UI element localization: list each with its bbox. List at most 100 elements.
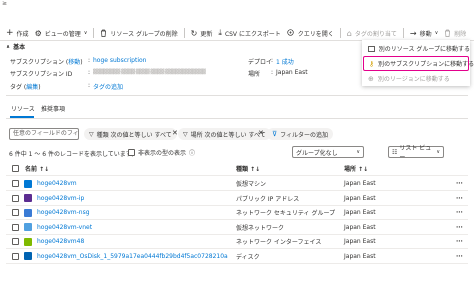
column-header-name[interactable]: 名前 ↑↓ — [25, 164, 49, 173]
resource-type-icon — [24, 252, 32, 260]
table-row[interactable]: hoge0428vm 仮想マシン Japan East ··· — [6, 177, 468, 191]
location-value: Japan East — [276, 69, 308, 76]
toolbar: + 作成 ⚙ ビューの管理 ∨ リソース グループの削除 ↻ 更新 ⤓ CSV … — [6, 27, 466, 39]
deploy-link[interactable]: 1 成功 — [276, 57, 294, 66]
location-filter-label: 場所 次の値と等しい すべて — [190, 131, 266, 139]
globe-icon: ⊕ — [368, 74, 374, 83]
export-csv-button[interactable]: ⤓ CSV にエクスポート — [218, 27, 280, 39]
column-header-type[interactable]: 種類 ↑↓ — [236, 164, 260, 173]
chevron-down-icon: ∨ — [356, 149, 360, 155]
delete-rg-label: リソース グループの削除 — [110, 30, 178, 38]
create-button[interactable]: + 作成 — [6, 27, 29, 39]
export-csv-label: CSV にエクスポート — [224, 30, 281, 38]
resource-location: Japan East — [344, 223, 376, 231]
table-row[interactable]: hoge0428vm-nsg ネットワーク セキュリティ グループ Japan Ea… — [6, 206, 468, 220]
toolbar-divider — [183, 28, 185, 38]
manage-view-label: ビューの管理 — [44, 30, 81, 38]
move-to-rg-item[interactable]: 別のリソース グループに移動する — [362, 41, 470, 56]
toolbar-divider — [93, 28, 95, 38]
resource-type-icon — [24, 208, 32, 217]
show-hidden-types-checkbox[interactable]: 非表示の型の表示 ⓘ — [128, 148, 195, 157]
more-actions-icon[interactable]: ··· — [456, 180, 463, 187]
table-header-row: 名前 ↑↓ 種類 ↑↓ 場所 ↑↓ — [6, 162, 468, 176]
download-icon: ⤓ — [218, 28, 222, 37]
toolbar-divider — [402, 28, 404, 38]
remove-type-filter-icon[interactable]: ✕ — [172, 129, 178, 137]
resource-type: 仮想ネットワーク — [236, 224, 285, 232]
trash-icon — [444, 29, 451, 37]
key-icon: ⚷ — [369, 59, 375, 68]
column-header-location[interactable]: 場所 ↑↓ — [344, 164, 368, 173]
show-hidden-types-label: 非表示の型の表示 — [138, 150, 187, 157]
location-filter-pill[interactable]: ▽ 場所 次の値と等しい すべて — [178, 128, 271, 140]
tab-recommendations[interactable]: 推奨事項 — [41, 104, 65, 113]
select-all-checkbox[interactable] — [12, 165, 19, 172]
row-checkbox[interactable] — [12, 223, 19, 231]
move-to-region-item[interactable]: ⊕ 別のリージョンに移動する — [362, 71, 470, 86]
manage-view-button[interactable]: ⚙ ビューの管理 ∨ — [35, 27, 88, 39]
row-checkbox[interactable] — [12, 209, 19, 216]
table-row[interactable]: hoge0428vm-ip パブリック IP アドレス Japan East ··· — [6, 192, 468, 206]
grouping-select[interactable]: グループ化なし ∨ — [292, 146, 364, 158]
filter-icon: ▽ — [183, 130, 188, 138]
move-button[interactable]: → 移動 ∨ — [410, 27, 438, 39]
essentials-header: 基本 — [13, 44, 26, 51]
delete-rg-button[interactable]: リソース グループの削除 — [100, 27, 178, 39]
filter-input[interactable]: 任意のフィールドのフィ... — [9, 128, 79, 140]
move-to-subscription-item[interactable]: ⚷ 別のサブスクリプションに移動する — [363, 56, 474, 71]
add-filter-button[interactable]: ⊽ フィルターの追加 — [267, 128, 334, 140]
row-checkbox[interactable] — [12, 238, 19, 245]
create-label: 作成 — [16, 30, 29, 38]
chevron-down-icon: ∨ — [434, 30, 439, 36]
tab-resources[interactable]: リソース — [11, 104, 35, 113]
tags-edit-link[interactable]: 編集 — [26, 84, 38, 91]
chevron-down-icon: ∨ — [436, 149, 440, 155]
essentials-toggle[interactable]: ∧ 基本 — [6, 42, 26, 52]
refresh-button[interactable]: ↻ 更新 — [191, 27, 213, 39]
subscription-label: サブスクリプション (移動) — [10, 59, 83, 66]
more-actions-icon[interactable]: ··· — [456, 224, 463, 231]
delete-button[interactable]: 削除 — [444, 27, 466, 39]
resource-type: ネットワーク インターフェイス — [236, 239, 322, 246]
tags-add-link[interactable]: タグの追加 — [93, 82, 123, 91]
delete-label: 削除 — [454, 30, 467, 38]
resource-name-link[interactable]: hoge0428vm-ip — [37, 195, 84, 202]
essentials-separator — [6, 95, 468, 96]
row-checkbox[interactable] — [12, 252, 19, 260]
assign-tags-label: タグの割り当て — [354, 30, 397, 38]
more-actions-icon[interactable]: ··· — [456, 238, 463, 245]
more-actions-icon[interactable]: ··· — [456, 195, 463, 202]
move-label: 移動 — [419, 30, 432, 38]
filter-icon: ▽ — [89, 130, 94, 138]
more-actions-icon[interactable]: ··· — [456, 253, 463, 260]
table-row[interactable]: hoge0428vm_OsDisk_1_5979a17ea0444fb29bd4… — [6, 250, 468, 264]
grouping-value: グループ化なし — [296, 149, 338, 157]
resource-location: Japan East — [344, 194, 376, 202]
open-query-button[interactable]: クエリを開く — [287, 27, 334, 39]
resource-name-link[interactable]: hoge0428vm-vnet — [37, 224, 92, 231]
resource-name-link[interactable]: hoge0428vm48 — [37, 238, 84, 245]
tag-icon: ⌂ — [346, 28, 352, 38]
essentials-colon: : — [88, 57, 91, 64]
resource-name-link[interactable]: hoge0428vm-nsg — [37, 209, 90, 216]
subscription-link[interactable]: hoge subscription — [93, 57, 146, 64]
type-filter-pill[interactable]: ▽ 種類 次の値と等しい すべて — [84, 128, 177, 140]
row-checkbox[interactable] — [12, 194, 19, 202]
list-icon: ☷ — [392, 148, 398, 156]
move-rg-icon — [368, 45, 375, 52]
tabs-separator — [6, 118, 468, 119]
more-actions-icon[interactable]: ··· — [456, 209, 463, 216]
resource-name-link[interactable]: hoge0428vm_OsDisk_1_5979a17ea0444fb29bd4… — [37, 253, 228, 260]
subscription-move-link[interactable]: 移動 — [68, 59, 80, 66]
resource-type-icon — [24, 179, 32, 188]
resource-location: Japan East — [344, 252, 376, 260]
assign-tags-button[interactable]: ⌂ タグの割り当て — [347, 27, 397, 39]
deploy-label: デプロイ — [248, 59, 273, 66]
table-row[interactable]: hoge0428vm-vnet 仮想ネットワーク Japan East ··· — [6, 221, 468, 235]
resource-name-link[interactable]: hoge0428vm — [37, 180, 77, 187]
table-row[interactable]: hoge0428vm48 ネットワーク インターフェイス Japan East ··· — [6, 235, 468, 249]
row-checkbox[interactable] — [12, 180, 19, 187]
remove-location-filter-icon[interactable]: ✕ — [258, 129, 264, 137]
view-value: リスト ビュー — [399, 145, 432, 161]
view-select[interactable]: ☷ リスト ビュー ∨ — [388, 145, 444, 161]
